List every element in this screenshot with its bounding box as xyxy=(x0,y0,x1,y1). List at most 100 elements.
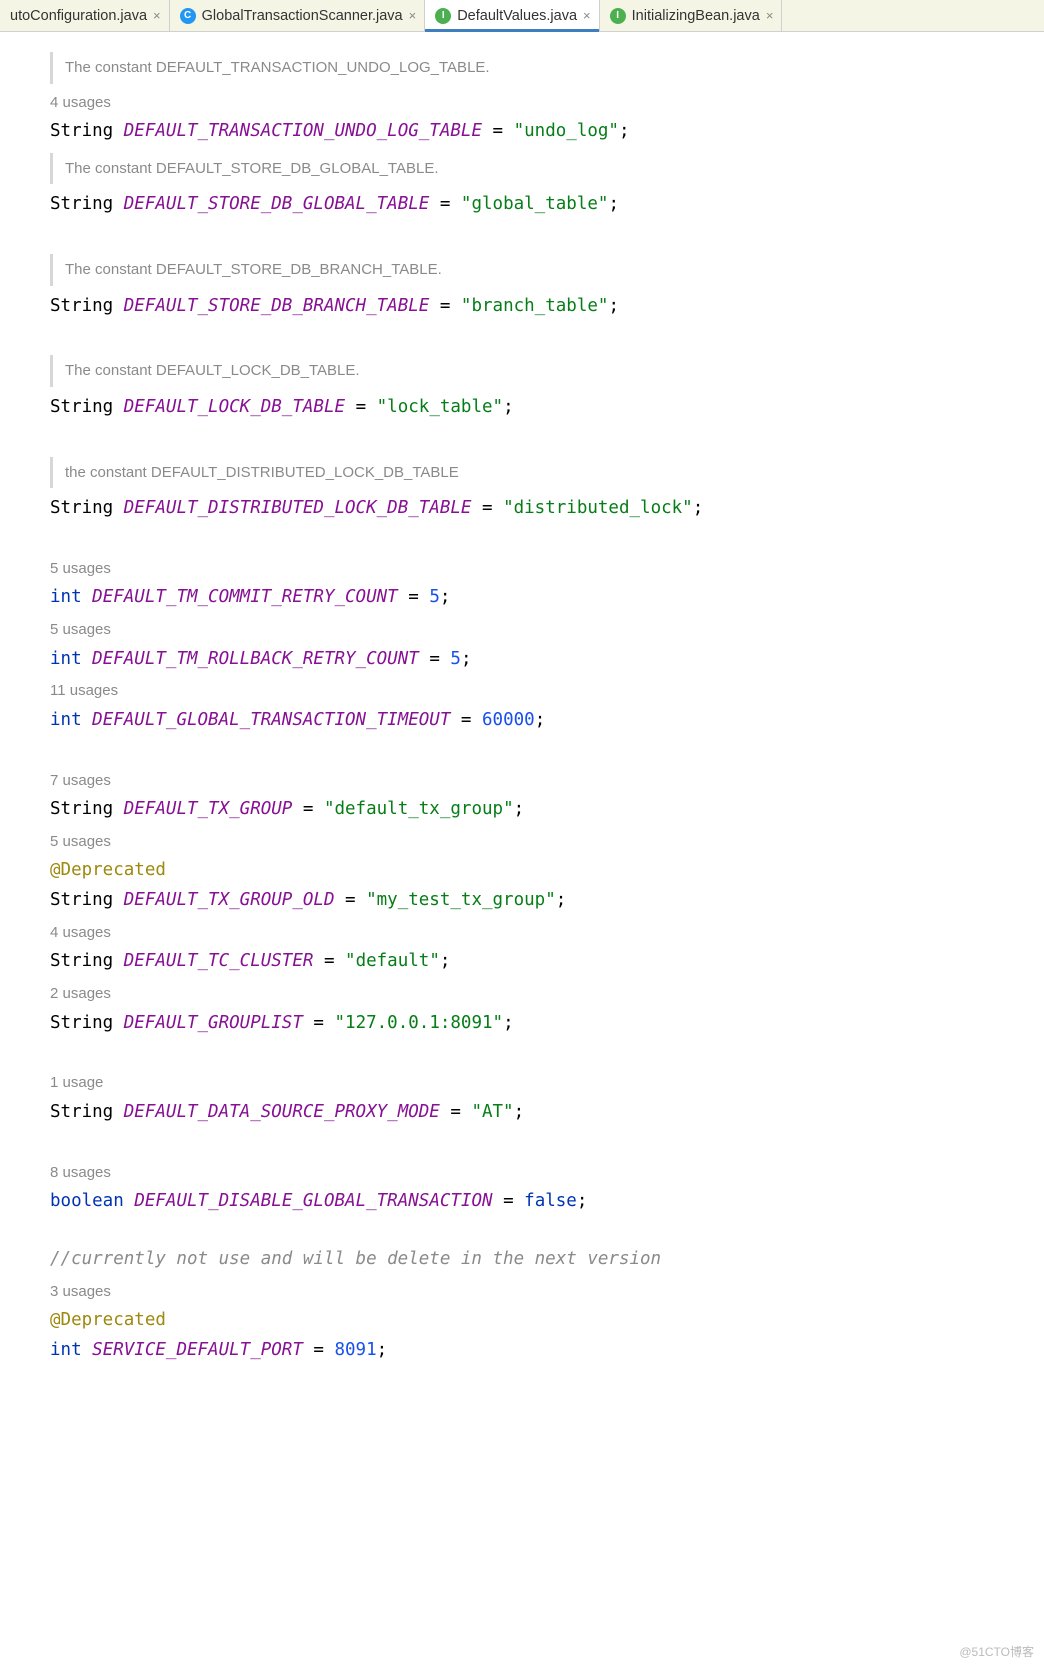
field-declaration: int SERVICE_DEFAULT_PORT = 8091; xyxy=(50,1336,1044,1366)
tab-2[interactable]: I DefaultValues.java × xyxy=(425,0,599,31)
type-token: String xyxy=(50,951,113,971)
usages-hint[interactable]: 11 usages xyxy=(50,678,1044,704)
javadoc-summary: the constant DEFAULT_DISTRIBUTED_LOCK_DB… xyxy=(50,457,1044,489)
annotation: @Deprecated xyxy=(50,856,1044,886)
javadoc-summary: The constant DEFAULT_STORE_DB_GLOBAL_TAB… xyxy=(50,153,1044,185)
field-name: DEFAULT_LOCK_DB_TABLE xyxy=(124,397,345,417)
javadoc-summary: The constant DEFAULT_TRANSACTION_UNDO_LO… xyxy=(50,52,1044,84)
close-icon[interactable]: × xyxy=(153,8,161,23)
type-token: String xyxy=(50,799,113,819)
type-token: String xyxy=(50,296,113,316)
blank-line xyxy=(50,1038,1044,1066)
field-declaration: int DEFAULT_TM_ROLLBACK_RETRY_COUNT = 5; xyxy=(50,645,1044,675)
field-value: "undo_log" xyxy=(514,121,619,141)
watermark: @51CTO博客 xyxy=(959,1643,1034,1660)
close-icon[interactable]: × xyxy=(409,8,417,23)
blank-line xyxy=(50,524,1044,552)
field-name: DEFAULT_DISABLE_GLOBAL_TRANSACTION xyxy=(134,1191,492,1211)
javadoc-summary: The constant DEFAULT_STORE_DB_BRANCH_TAB… xyxy=(50,254,1044,286)
type-token: String xyxy=(50,121,113,141)
field-value: "lock_table" xyxy=(377,397,503,417)
blank-line xyxy=(50,423,1044,451)
type-token: String xyxy=(50,194,113,214)
tab-0[interactable]: utoConfiguration.java × xyxy=(0,0,170,31)
type-token: String xyxy=(50,1013,113,1033)
field-name: DEFAULT_GLOBAL_TRANSACTION_TIMEOUT xyxy=(92,710,450,730)
type-token: int xyxy=(50,649,82,669)
type-token: String xyxy=(50,498,113,518)
field-value: 5 xyxy=(450,649,461,669)
field-declaration: String DEFAULT_LOCK_DB_TABLE = "lock_tab… xyxy=(50,393,1044,423)
type-token: String xyxy=(50,890,113,910)
field-value: "default_tx_group" xyxy=(324,799,514,819)
code-editor[interactable]: The constant DEFAULT_TRANSACTION_UNDO_LO… xyxy=(0,32,1044,1376)
field-value: "127.0.0.1:8091" xyxy=(335,1013,504,1033)
tab-label: InitializingBean.java xyxy=(632,8,760,24)
type-token: String xyxy=(50,1102,113,1122)
blank-line xyxy=(50,1128,1044,1156)
tab-1[interactable]: C GlobalTransactionScanner.java × xyxy=(170,0,426,31)
file-type-icon: I xyxy=(435,8,451,24)
usages-hint[interactable]: 7 usages xyxy=(50,768,1044,794)
usages-hint[interactable]: 4 usages xyxy=(50,90,1044,116)
blank-line xyxy=(50,1217,1044,1245)
type-token: String xyxy=(50,397,113,417)
field-declaration: int DEFAULT_TM_COMMIT_RETRY_COUNT = 5; xyxy=(50,583,1044,613)
field-declaration: String DEFAULT_DATA_SOURCE_PROXY_MODE = … xyxy=(50,1098,1044,1128)
field-value: 60000 xyxy=(482,710,535,730)
javadoc-summary: The constant DEFAULT_LOCK_DB_TABLE. xyxy=(50,355,1044,387)
field-declaration: String DEFAULT_TRANSACTION_UNDO_LOG_TABL… xyxy=(50,117,1044,147)
field-value: "distributed_lock" xyxy=(503,498,693,518)
field-declaration: String DEFAULT_TC_CLUSTER = "default"; xyxy=(50,947,1044,977)
tab-3[interactable]: I InitializingBean.java × xyxy=(600,0,783,31)
file-type-icon: I xyxy=(610,8,626,24)
usages-hint[interactable]: 3 usages xyxy=(50,1279,1044,1305)
field-declaration: String DEFAULT_DISTRIBUTED_LOCK_DB_TABLE… xyxy=(50,494,1044,524)
field-name: DEFAULT_DATA_SOURCE_PROXY_MODE xyxy=(124,1102,440,1122)
usages-hint[interactable]: 4 usages xyxy=(50,920,1044,946)
field-declaration: String DEFAULT_STORE_DB_BRANCH_TABLE = "… xyxy=(50,292,1044,322)
field-value: "default" xyxy=(345,951,440,971)
type-token: int xyxy=(50,587,82,607)
field-declaration: String DEFAULT_TX_GROUP_OLD = "my_test_t… xyxy=(50,886,1044,916)
field-declaration: boolean DEFAULT_DISABLE_GLOBAL_TRANSACTI… xyxy=(50,1187,1044,1217)
close-icon[interactable]: × xyxy=(766,8,774,23)
field-declaration: String DEFAULT_TX_GROUP = "default_tx_gr… xyxy=(50,795,1044,825)
field-name: DEFAULT_TC_CLUSTER xyxy=(124,951,314,971)
field-name: DEFAULT_GROUPLIST xyxy=(124,1013,303,1033)
field-name: DEFAULT_TM_ROLLBACK_RETRY_COUNT xyxy=(92,649,419,669)
field-name: DEFAULT_TM_COMMIT_RETRY_COUNT xyxy=(92,587,398,607)
field-value: 8091 xyxy=(334,1340,376,1360)
field-value: "global_table" xyxy=(461,194,609,214)
blank-line xyxy=(50,321,1044,349)
close-icon[interactable]: × xyxy=(583,8,591,23)
type-token: int xyxy=(50,710,82,730)
type-token: boolean xyxy=(50,1191,124,1211)
file-type-icon: C xyxy=(180,8,196,24)
field-name: DEFAULT_STORE_DB_GLOBAL_TABLE xyxy=(124,194,430,214)
field-value: "my_test_tx_group" xyxy=(366,890,556,910)
field-value: false xyxy=(524,1191,577,1211)
field-name: DEFAULT_TRANSACTION_UNDO_LOG_TABLE xyxy=(124,121,482,141)
usages-hint[interactable]: 5 usages xyxy=(50,829,1044,855)
tab-label: DefaultValues.java xyxy=(457,8,577,24)
field-name: DEFAULT_TX_GROUP_OLD xyxy=(124,890,335,910)
line-comment: //currently not use and will be delete i… xyxy=(50,1245,1044,1275)
usages-hint[interactable]: 5 usages xyxy=(50,556,1044,582)
blank-line xyxy=(50,220,1044,248)
tab-label: GlobalTransactionScanner.java xyxy=(202,8,403,24)
tab-bar: utoConfiguration.java × C GlobalTransaction… xyxy=(0,0,1044,32)
tab-label: utoConfiguration.java xyxy=(10,8,147,24)
annotation: @Deprecated xyxy=(50,1306,1044,1336)
usages-hint[interactable]: 8 usages xyxy=(50,1160,1044,1186)
usages-hint[interactable]: 5 usages xyxy=(50,617,1044,643)
field-declaration: String DEFAULT_GROUPLIST = "127.0.0.1:80… xyxy=(50,1009,1044,1039)
field-declaration: int DEFAULT_GLOBAL_TRANSACTION_TIMEOUT =… xyxy=(50,706,1044,736)
field-value: 5 xyxy=(429,587,440,607)
field-value: "branch_table" xyxy=(461,296,609,316)
usages-hint[interactable]: 1 usage xyxy=(50,1070,1044,1096)
field-name: DEFAULT_DISTRIBUTED_LOCK_DB_TABLE xyxy=(124,498,472,518)
field-name: DEFAULT_STORE_DB_BRANCH_TABLE xyxy=(124,296,430,316)
field-name: SERVICE_DEFAULT_PORT xyxy=(92,1340,303,1360)
usages-hint[interactable]: 2 usages xyxy=(50,981,1044,1007)
